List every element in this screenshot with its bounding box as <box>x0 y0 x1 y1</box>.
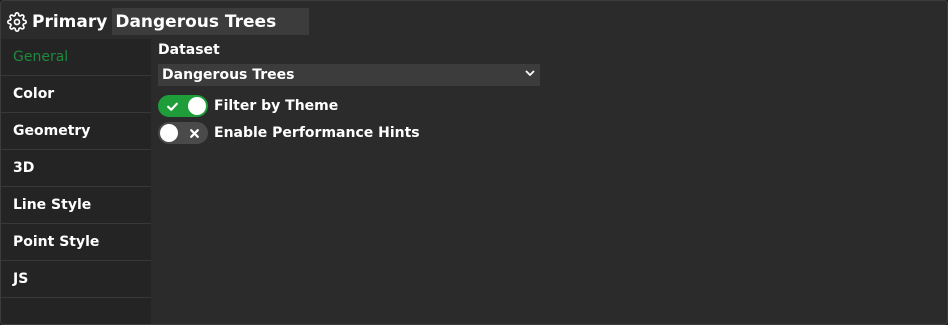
filter-by-theme-row: Filter by Theme <box>158 94 939 118</box>
performance-hints-row: Enable Performance Hints <box>158 121 939 145</box>
dataset-select-value: Dangerous Trees <box>162 67 295 83</box>
sidebar-item-color[interactable]: Color <box>1 76 151 113</box>
layer-type-label: Primary <box>32 11 108 32</box>
panel-header: Primary <box>7 8 310 35</box>
chevron-down-icon <box>524 67 536 83</box>
filter-by-theme-toggle[interactable] <box>158 95 208 117</box>
filter-by-theme-label: Filter by Theme <box>214 98 339 114</box>
settings-sidebar: General Color Geometry 3D Line Style Poi… <box>1 39 151 324</box>
layer-settings-panel: Primary General Color Geometry 3D Line S… <box>0 0 948 325</box>
dataset-select[interactable]: Dangerous Trees <box>158 64 540 86</box>
layer-name-input[interactable] <box>112 8 310 35</box>
sidebar-item-js[interactable]: JS <box>1 261 151 298</box>
sidebar-item-general[interactable]: General <box>1 39 151 76</box>
toggle-knob <box>188 97 206 115</box>
gear-icon[interactable] <box>7 11 27 32</box>
dataset-label: Dataset <box>158 42 220 58</box>
toggle-knob <box>160 124 178 142</box>
close-icon <box>189 122 200 144</box>
sidebar-item-line-style[interactable]: Line Style <box>1 187 151 224</box>
sidebar-item-geometry[interactable]: Geometry <box>1 113 151 150</box>
performance-hints-toggle[interactable] <box>158 122 208 144</box>
general-settings: Dataset Dangerous Trees Filter by Theme <box>158 41 939 145</box>
sidebar-item-point-style[interactable]: Point Style <box>1 224 151 261</box>
performance-hints-label: Enable Performance Hints <box>214 125 420 141</box>
check-icon <box>166 95 179 117</box>
sidebar-item-3d[interactable]: 3D <box>1 150 151 187</box>
